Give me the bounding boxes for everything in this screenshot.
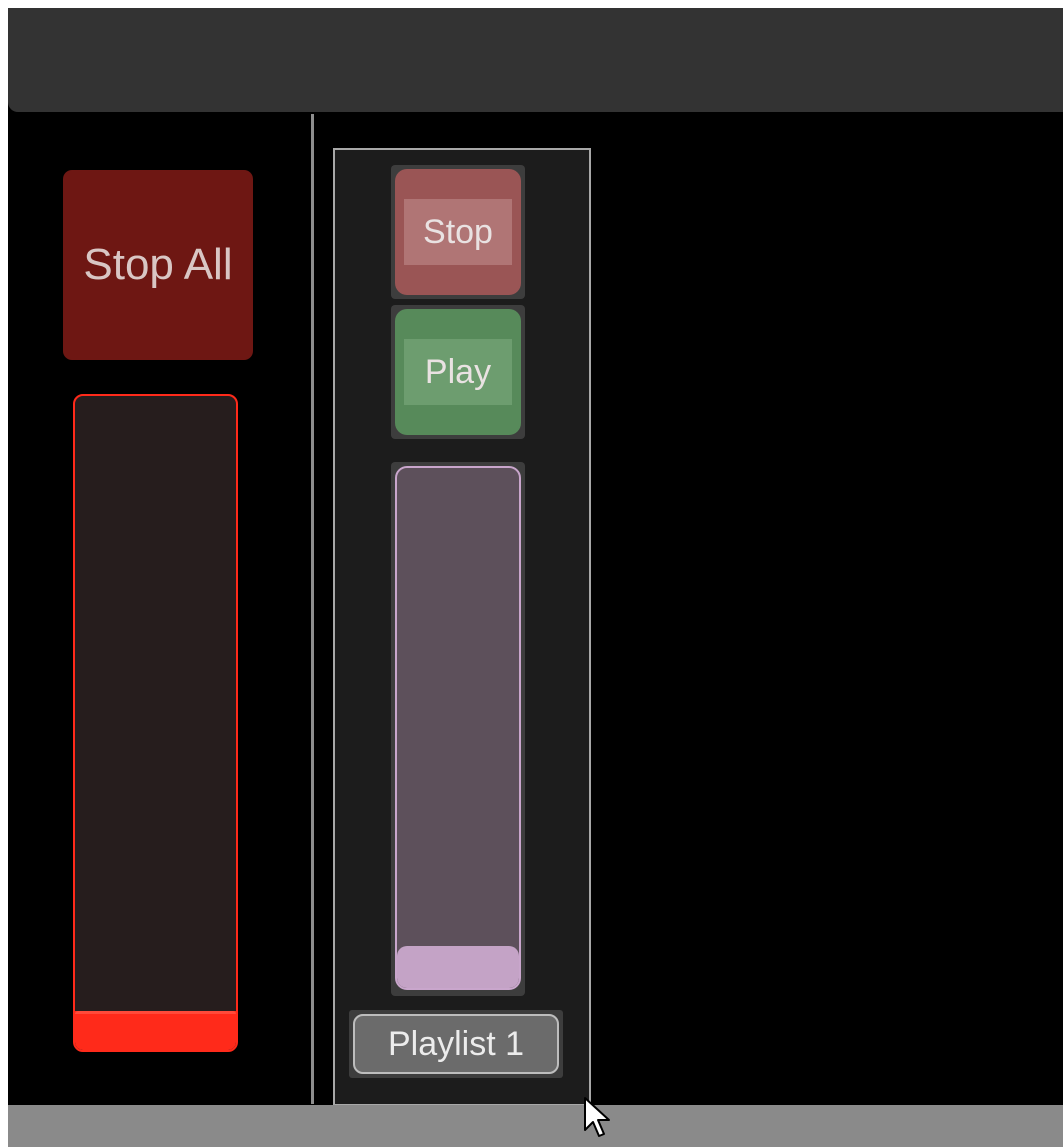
playlist-volume-fader[interactable] <box>395 466 521 990</box>
play-button-well: Play <box>391 305 525 439</box>
stop-all-label: Stop All <box>83 240 233 289</box>
bottom-status-bar <box>8 1105 1063 1147</box>
playlist-name-well: Playlist 1 <box>349 1010 563 1078</box>
playlist-play-button[interactable]: Play <box>395 309 521 435</box>
playlist-name-label: Playlist 1 <box>387 1024 525 1063</box>
mouse-pointer-icon <box>584 1097 610 1137</box>
play-label: Play <box>404 339 512 405</box>
stop-button-well: Stop <box>391 165 525 299</box>
playlist-fader-well <box>391 462 525 996</box>
top-toolbar <box>8 8 1063 112</box>
stop-all-button[interactable]: Stop All <box>63 170 253 360</box>
section-divider <box>311 114 314 1104</box>
playlist-strip: Stop Play Playlist 1 <box>333 148 591 1106</box>
app-window: Stop All Stop Play Playlist 1 <box>8 8 1063 1147</box>
master-volume-fader[interactable] <box>73 394 238 1052</box>
playlist-stop-button[interactable]: Stop <box>395 169 521 295</box>
playlist-fader-level <box>397 946 519 988</box>
stop-label: Stop <box>404 199 512 265</box>
playlist-name-button[interactable]: Playlist 1 <box>353 1014 559 1074</box>
master-fader-level <box>75 1010 236 1050</box>
